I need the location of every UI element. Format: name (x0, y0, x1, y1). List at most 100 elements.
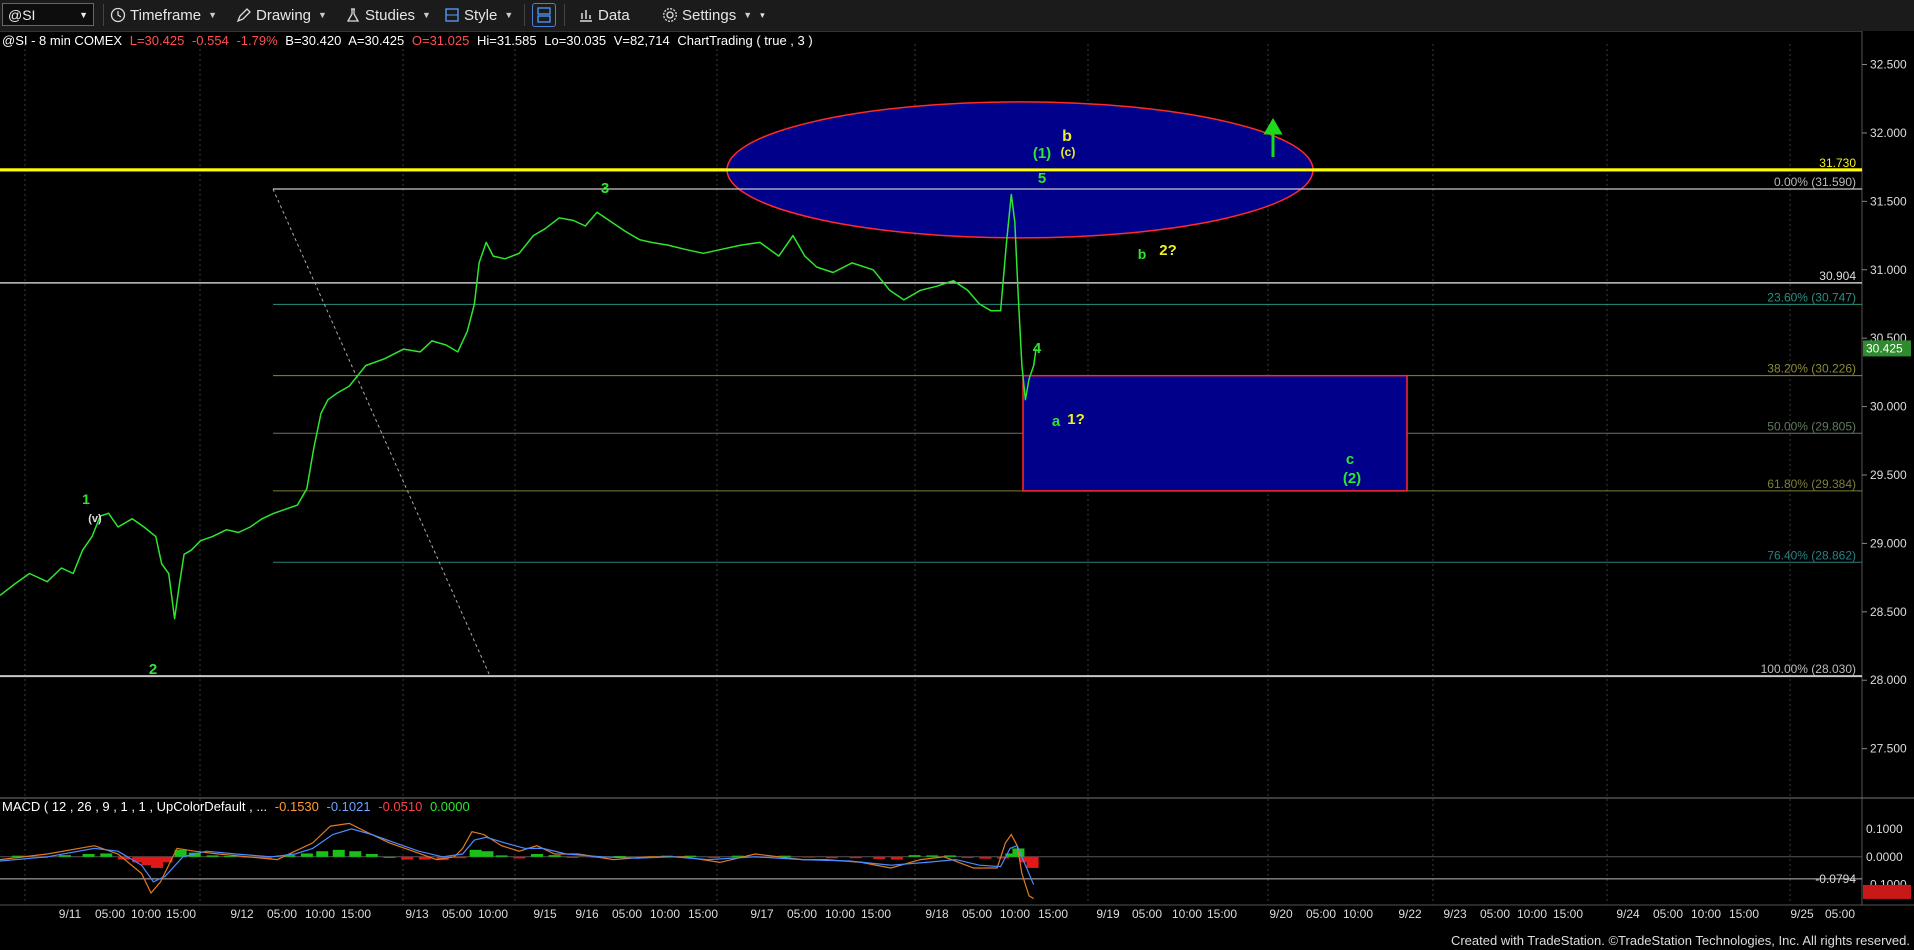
time-tick-label: 05:00 (612, 907, 642, 921)
price-tick-label: 31.000 (1870, 263, 1907, 277)
layout-button[interactable] (532, 3, 556, 27)
macd-histogram-bar (383, 856, 396, 858)
settings-menu[interactable]: Settings ▼ ▾ (662, 4, 765, 26)
macd-histogram-bar (100, 853, 113, 857)
studies-menu[interactable]: Studies ▼ (345, 4, 431, 26)
macd-histogram-bar (151, 856, 164, 868)
time-tick-label: 9/19 (1096, 907, 1120, 921)
wave-label: 3 (601, 180, 609, 197)
timeframe-menu[interactable]: Timeframe ▼ (110, 4, 217, 26)
bar-chart-icon (580, 10, 592, 22)
data-label: Data (598, 6, 630, 24)
time-tick-label: 9/20 (1269, 907, 1293, 921)
fib-level-label: 76.40% (28.862) (1767, 548, 1856, 562)
time-tick-label: 05:00 (267, 907, 297, 921)
wave-label: 2? (1159, 242, 1177, 259)
macd-histogram-bar (778, 855, 791, 857)
macd-legend: MACD ( 12 , 26 , 9 , 1 , 1 , UpColorDefa… (2, 799, 474, 814)
macd-signal-line (0, 828, 1035, 885)
time-tick-label: 10:00 (1000, 907, 1030, 921)
info-symbol: @SI - 8 min COMEX (2, 33, 123, 48)
time-tick-label: 15:00 (861, 907, 891, 921)
macd-histogram-bar (802, 856, 815, 858)
macd-histogram-bar (566, 856, 579, 858)
time-tick-label: 15:00 (1207, 907, 1237, 921)
price-tick-label: 28.500 (1870, 605, 1907, 619)
macd-histogram-bar (826, 856, 838, 859)
time-tick-label: 10:00 (1343, 907, 1373, 921)
symbol-info-bar: @SI - 8 min COMEX L=30.425 -0.554 -1.79%… (2, 33, 817, 48)
macd-histogram-bar (316, 851, 329, 857)
info-bid: B=30.420 (285, 33, 342, 48)
symbol-value: @SI (8, 6, 36, 23)
symbol-input[interactable]: @SI ▼ (2, 3, 94, 26)
time-tick-label: 05:00 (442, 907, 472, 921)
up-arrow-icon (1263, 118, 1283, 157)
data-menu[interactable]: Data (578, 4, 630, 26)
macd-histogram-bar (1005, 853, 1018, 857)
time-tick-label: 15:00 (341, 907, 371, 921)
price-line (0, 193, 1037, 620)
time-tick-label: 10:00 (650, 907, 680, 921)
macd-histogram-bar (401, 856, 414, 860)
macd-histogram-bar (259, 856, 272, 859)
time-tick-label: 05:00 (1306, 907, 1336, 921)
macd-histogram-bar (908, 855, 921, 857)
macd-histogram-bar (436, 856, 449, 861)
macd-histogram-bar (944, 855, 956, 857)
macd-histogram-bar (613, 855, 626, 857)
last-price-tag (1863, 340, 1911, 357)
time-tick-label: 10:00 (1517, 907, 1547, 921)
overflow-icon[interactable]: ▾ (760, 10, 765, 21)
macd-histogram-bar (481, 851, 494, 857)
info-last: L=30.425 (129, 33, 185, 48)
style-label: Style (464, 6, 498, 24)
macd-histogram-bar (300, 853, 313, 857)
macd-histogram-bar (241, 856, 254, 858)
macd-histogram-bar (531, 854, 543, 857)
macd-histogram-bar (349, 851, 362, 857)
style-menu[interactable]: Style ▼ (444, 4, 513, 26)
macd-histogram-bar (997, 856, 1010, 859)
toolbar-separator (564, 4, 565, 26)
macd-name: MACD ( 12 , 26 , 9 , 1 , 1 , UpColorDefa… (2, 799, 268, 814)
macd-tick-label: -0.1000 (1866, 878, 1907, 892)
time-tick-label: 9/12 (230, 907, 254, 921)
price-axis-bg (1862, 31, 1914, 933)
macd-histogram-bar (590, 856, 602, 858)
time-tick-label: 05:00 (1480, 907, 1510, 921)
macd-signal-value: -0.1021 (326, 799, 371, 814)
toolbar-separator (103, 4, 104, 26)
last-price-label: 30.425 (1866, 341, 1903, 355)
wave-label: c (1346, 451, 1354, 468)
time-tick-label: 10:00 (478, 907, 508, 921)
time-tick-label: 9/16 (575, 907, 599, 921)
fib-anchor-line (272, 188, 491, 677)
price-tick-label: 27.500 (1870, 742, 1907, 756)
wave-label: 5 (1038, 170, 1046, 187)
macd-histogram-bar (849, 856, 862, 859)
time-tick-label: 10:00 (1691, 907, 1721, 921)
time-tick-label: 15:00 (1038, 907, 1068, 921)
time-tick-label: 15:00 (688, 907, 718, 921)
drawing-menu[interactable]: Drawing ▼ (236, 4, 327, 26)
price-tick-label: 32.000 (1870, 126, 1907, 140)
wave-label: (2) (1343, 470, 1361, 487)
info-volume: V=82,714 (613, 33, 670, 48)
resistance-ellipse (726, 101, 1314, 239)
macd-histogram-bar (890, 856, 903, 860)
macd-histogram-bar (873, 856, 886, 860)
price-tick-label: 30.500 (1870, 331, 1907, 345)
wave-label: (1) (1033, 145, 1051, 162)
time-tick-label: 15:00 (166, 907, 196, 921)
macd-histogram-bar (332, 849, 345, 857)
price-tick-label: 30.000 (1870, 400, 1907, 414)
macd-histogram-bar (160, 856, 173, 863)
time-tick-label: 9/17 (750, 907, 774, 921)
chevron-down-icon: ▼ (318, 10, 327, 20)
macd-histogram-bar (1012, 848, 1025, 857)
style-icon (445, 8, 459, 22)
layout-icon (537, 7, 551, 23)
settings-label: Settings (682, 6, 737, 24)
macd-histogram-bar (82, 854, 95, 857)
